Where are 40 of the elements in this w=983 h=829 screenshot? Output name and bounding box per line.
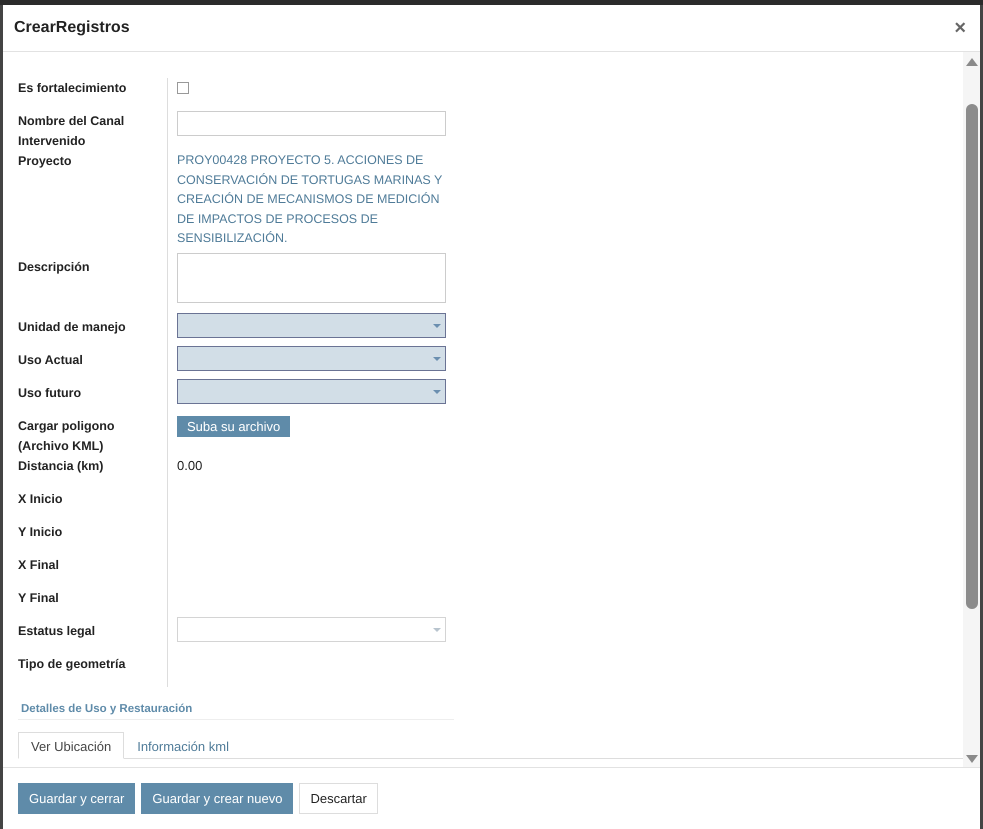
field-label: Y Inicio [18, 524, 62, 540]
caret-icon [433, 628, 441, 632]
footer-button[interactable]: Guardar y crear nuevo [141, 783, 294, 814]
select-field[interactable] [177, 346, 446, 370]
field-label: Tipo de geometría [18, 656, 126, 673]
field-label: X Inicio [18, 490, 62, 508]
field-label: Uso futuro [18, 384, 82, 402]
field-label: Unidad de manejo [18, 318, 126, 336]
input-field[interactable] [177, 111, 446, 136]
caret-icon [433, 356, 441, 360]
footer-button[interactable]: Descartar [299, 783, 378, 814]
upload-button[interactable]: Suba su archivo [177, 416, 290, 436]
field-label: Nombre del Canal Intervenido [18, 113, 126, 150]
distance-value: 0.00 [177, 458, 202, 472]
field-label: Es fortalecimiento [18, 80, 126, 97]
field-label: Uso Actual [18, 352, 83, 368]
project-value: PROY00428 PROYECTO 5. ACCIONES DE CONSERVACIÓN DE TORTUGAS MARINAS Y CREACIÓN DE MECANISMOS DE MEDICIÓN DE IMPACTOS DE PROCESOS DE SENSIBILIZACIÓN. [177, 152, 444, 247]
tab[interactable]: Ver Ubicación [18, 732, 124, 758]
description-field[interactable] [177, 252, 446, 302]
checkbox[interactable] [177, 82, 189, 94]
scroll-up-icon[interactable] [966, 58, 978, 66]
select-field[interactable] [177, 312, 446, 338]
tab[interactable]: Información kml [124, 732, 242, 758]
scrollbar[interactable] [963, 52, 980, 767]
footer-button[interactable]: Guardar y cerrar [18, 783, 136, 814]
close-button[interactable]: × [952, 18, 968, 38]
select-field[interactable] [177, 378, 446, 404]
caret-icon [433, 324, 441, 328]
caret-icon [433, 390, 441, 394]
scroll-down-icon[interactable] [966, 755, 978, 763]
field-label: Distancia (km) [18, 458, 104, 475]
field-label: X Final [18, 556, 59, 574]
field-label: Descripción [18, 258, 90, 276]
field-label: Y Final [18, 590, 59, 606]
dialog-title: CrearRegistros [14, 19, 130, 37]
section-title: Detalles de Uso y Restauración [18, 702, 454, 720]
field-label: Cargar poligono (Archivo KML) [18, 418, 116, 455]
field-label: Estatus legal [18, 622, 96, 640]
scroll-thumb[interactable] [966, 104, 978, 609]
field-label: Proyecto [18, 153, 72, 170]
